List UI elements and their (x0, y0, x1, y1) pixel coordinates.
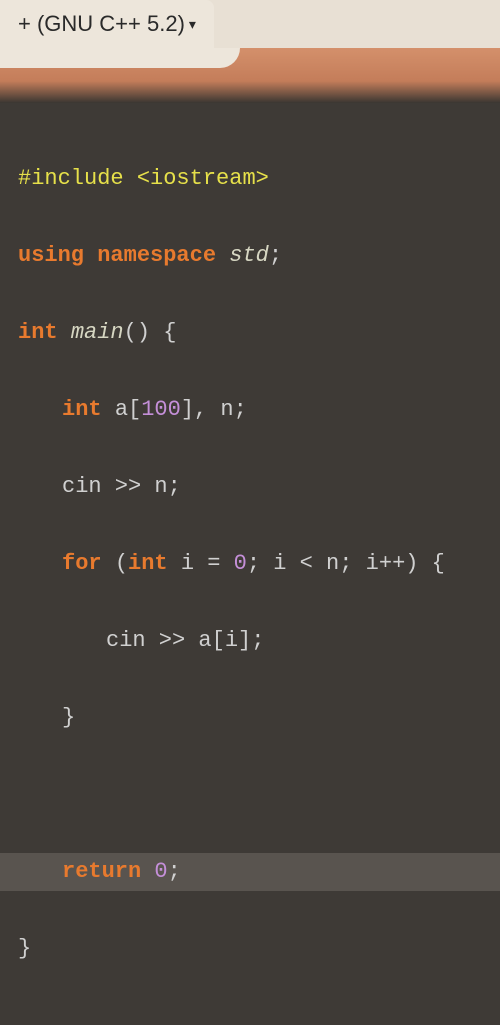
code-line: } (18, 930, 500, 969)
token-keyword: return (62, 859, 141, 884)
code-line: int a[100], n; (18, 391, 500, 430)
token-var: ; i < n; i++) { (247, 551, 445, 576)
highlighted-line: return 0; (0, 853, 500, 892)
token-type: int (128, 551, 168, 576)
token-var: i = (181, 551, 221, 576)
token-keyword: namespace (97, 243, 216, 268)
token-stmt: cin >> a[i]; (106, 628, 264, 653)
token-punct: ( (115, 551, 128, 576)
code-line: using namespace std; (18, 237, 500, 276)
token-directive: #include (18, 166, 124, 191)
editor-gap (0, 48, 500, 103)
token-punct: { (163, 320, 176, 345)
token-punct: ; (269, 243, 282, 268)
token-funcname: main (71, 320, 124, 345)
token-keyword: for (62, 551, 102, 576)
code-line: cin >> n; (18, 468, 500, 507)
code-editor[interactable]: #include <iostream> using namespace std;… (0, 103, 500, 1025)
token-identifier: std (229, 243, 269, 268)
token-stmt: cin >> n; (62, 474, 181, 499)
token-punct: () (124, 320, 150, 345)
tab-label: + (GNU C++ 5.2) (18, 11, 185, 37)
chevron-down-icon: ▾ (189, 16, 196, 33)
token-type: int (62, 397, 102, 422)
language-tab[interactable]: + (GNU C++ 5.2) ▾ (0, 0, 214, 48)
token-header: <iostream> (137, 166, 269, 191)
code-line: return 0; (18, 853, 500, 892)
code-line: cin >> a[i]; (18, 622, 500, 661)
token-punct: } (62, 705, 75, 730)
code-line: int main() { (18, 314, 500, 353)
token-type: int (18, 320, 58, 345)
code-line: for (int i = 0; i < n; i++) { (18, 545, 500, 584)
token-punct: } (18, 936, 31, 961)
token-number: 0 (234, 551, 247, 576)
code-line: } (18, 699, 500, 738)
token-punct: ; (168, 859, 181, 884)
tab-bar: + (GNU C++ 5.2) ▾ (0, 0, 500, 48)
token-number: 0 (154, 859, 167, 884)
token-var: a[ (115, 397, 141, 422)
token-number: 100 (141, 397, 181, 422)
code-line-blank (18, 776, 500, 815)
token-keyword: using (18, 243, 84, 268)
code-line: #include <iostream> (18, 160, 500, 199)
token-var: ], n; (181, 397, 247, 422)
